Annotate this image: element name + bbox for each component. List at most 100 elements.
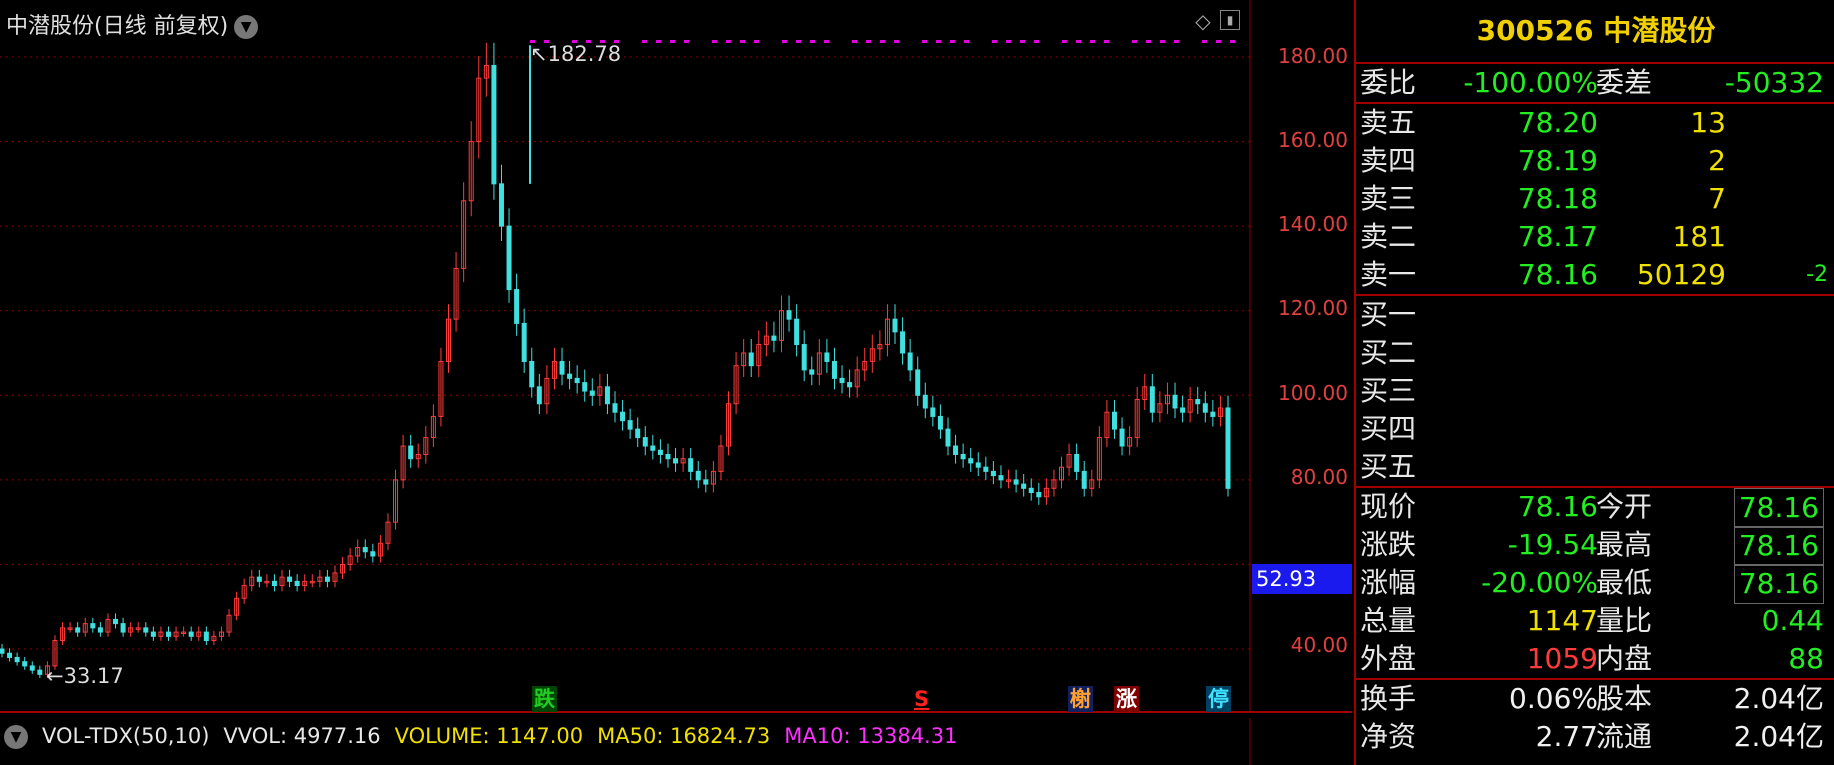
candle-body bbox=[1119, 428, 1125, 447]
stat-label: 流通 bbox=[1596, 720, 1653, 753]
ask-row-4[interactable]: 卖四 78.19 2 bbox=[1356, 142, 1834, 180]
candle-body bbox=[983, 466, 989, 472]
signal-marker-zhang[interactable]: 涨 bbox=[1114, 686, 1139, 712]
bid-label: 买三 bbox=[1360, 374, 1417, 407]
top-signal-dot bbox=[684, 40, 689, 43]
candle-body bbox=[1111, 411, 1117, 430]
top-signal-dot bbox=[866, 40, 871, 43]
quote-panel: 300526 中潜股份 委比 -100.00% 委差 -50332 卖五 78.… bbox=[1354, 0, 1834, 765]
candle-body bbox=[97, 627, 103, 633]
candle-body bbox=[1210, 411, 1216, 417]
top-signal-dot bbox=[642, 40, 647, 43]
ask-price: 78.16 bbox=[1517, 258, 1598, 291]
ask-qty: 13 bbox=[1690, 106, 1726, 139]
ask-row-3[interactable]: 卖三 78.18 7 bbox=[1356, 180, 1834, 218]
chart-title-text: 中潜股份(日线 前复权) bbox=[6, 14, 229, 39]
ask-section: 卖五 78.20 13 卖四 78.19 2 卖三 78.18 7 卖二 78.… bbox=[1356, 102, 1834, 294]
top-signal-dot bbox=[1174, 40, 1179, 43]
stat-value: 2.77 bbox=[1535, 720, 1598, 753]
panel-toggle-icon[interactable]: ▮ bbox=[1220, 10, 1240, 30]
stat-label: 内盘 bbox=[1596, 642, 1653, 675]
top-signal-dot bbox=[950, 40, 955, 43]
candle-body bbox=[567, 373, 573, 379]
stat-value: 78.16 bbox=[1733, 564, 1824, 604]
candle-body bbox=[1013, 479, 1019, 485]
candle-body bbox=[90, 623, 96, 629]
stat-value: 2.04亿 bbox=[1733, 682, 1824, 715]
candle-body bbox=[506, 225, 512, 291]
candle-body bbox=[113, 618, 119, 625]
candle-body bbox=[990, 470, 996, 477]
top-signal-dot bbox=[796, 40, 801, 43]
diamond-icon[interactable]: ◇ bbox=[1192, 10, 1214, 32]
ask-label: 卖四 bbox=[1360, 144, 1417, 177]
candle-body bbox=[953, 445, 959, 455]
bid-row-2[interactable]: 买二 bbox=[1356, 334, 1834, 372]
candle-body bbox=[1195, 399, 1201, 405]
candle-body bbox=[287, 576, 293, 582]
signal-marker-xie[interactable]: 榭 bbox=[1068, 686, 1093, 712]
stat-label: 涨幅 bbox=[1360, 566, 1417, 599]
candle-body bbox=[14, 656, 20, 663]
candle-body bbox=[688, 458, 694, 472]
candle-body bbox=[0, 648, 5, 654]
candle-body bbox=[498, 183, 504, 227]
bid-row-3[interactable]: 买三 bbox=[1356, 372, 1834, 410]
candle-body bbox=[612, 403, 618, 413]
candle-body bbox=[370, 551, 376, 557]
stat-label: 外盘 bbox=[1360, 642, 1417, 675]
candle-body bbox=[900, 331, 906, 354]
candle-body bbox=[945, 428, 951, 447]
kline-chart[interactable]: 中潜股份(日线 前复权) ▼ ◇ ▮ 180.00 160.00 140.00 1… bbox=[0, 0, 1352, 765]
candle-body bbox=[150, 631, 156, 637]
vol-indicator-name[interactable]: VOL-TDX(50,10) bbox=[42, 724, 209, 748]
top-signal-dot bbox=[894, 40, 899, 43]
current-price-box: 52.93 bbox=[1252, 564, 1352, 594]
candle-body bbox=[514, 289, 520, 324]
signal-marker-die[interactable]: 跌 bbox=[532, 686, 557, 712]
candle-body bbox=[536, 386, 542, 405]
stat-row-netasset: 净资 2.77 流通 2.04亿 bbox=[1356, 718, 1834, 756]
stat-label: 今开 bbox=[1596, 490, 1653, 523]
bid-row-5[interactable]: 买五 bbox=[1356, 448, 1834, 486]
candle-body bbox=[1149, 386, 1155, 413]
kline-svg[interactable] bbox=[0, 0, 1352, 765]
top-signal-dot bbox=[810, 40, 815, 43]
ask-row-1[interactable]: 卖一 78.16 50129 -2 bbox=[1356, 256, 1834, 294]
stat-label: 量比 bbox=[1596, 604, 1653, 637]
candle-body bbox=[203, 631, 209, 642]
stat-row-outer: 外盘 1059 内盘 88 bbox=[1356, 640, 1834, 678]
candle-body bbox=[165, 631, 171, 637]
stat-value: -20.00% bbox=[1481, 566, 1598, 599]
ask-qty: 50129 bbox=[1636, 258, 1726, 291]
bid-row-1[interactable]: 买一 bbox=[1356, 296, 1834, 334]
candle-body bbox=[975, 462, 981, 468]
top-signal-dot bbox=[1020, 40, 1025, 43]
signal-marker-ting[interactable]: 停 bbox=[1206, 686, 1231, 712]
candle-body bbox=[294, 580, 300, 587]
ask-row-5[interactable]: 卖五 78.20 13 bbox=[1356, 104, 1834, 142]
chevron-down-icon[interactable]: ▼ bbox=[4, 725, 28, 749]
ask-price: 78.19 bbox=[1517, 144, 1598, 177]
ask-row-2[interactable]: 卖二 78.17 181 bbox=[1356, 218, 1834, 256]
stat-value: 88 bbox=[1788, 642, 1824, 675]
stat-value: 78.16 bbox=[1517, 490, 1598, 523]
ma10-value: MA10: 13384.31 bbox=[784, 724, 958, 748]
stat-label: 涨跌 bbox=[1360, 528, 1417, 561]
top-signal-dot bbox=[1034, 40, 1039, 43]
candle-body bbox=[786, 310, 792, 320]
stat-value: 2.04亿 bbox=[1733, 720, 1824, 753]
chevron-down-icon[interactable]: ▼ bbox=[234, 15, 259, 39]
signal-marker-s[interactable]: S bbox=[912, 686, 931, 712]
price-tick-40: 40.00 bbox=[1290, 633, 1348, 657]
candle-body bbox=[620, 411, 626, 422]
bid-row-4[interactable]: 买四 bbox=[1356, 410, 1834, 448]
candle-body bbox=[695, 470, 701, 481]
price-tick-180: 180.00 bbox=[1278, 44, 1348, 68]
stat-value: 1059 bbox=[1526, 642, 1598, 675]
price-tick-80: 80.00 bbox=[1290, 465, 1348, 489]
top-signal-dot bbox=[824, 40, 829, 43]
stat-value: 0.06% bbox=[1509, 682, 1598, 715]
candle-body bbox=[748, 352, 754, 367]
price-tick-140: 140.00 bbox=[1278, 212, 1348, 236]
